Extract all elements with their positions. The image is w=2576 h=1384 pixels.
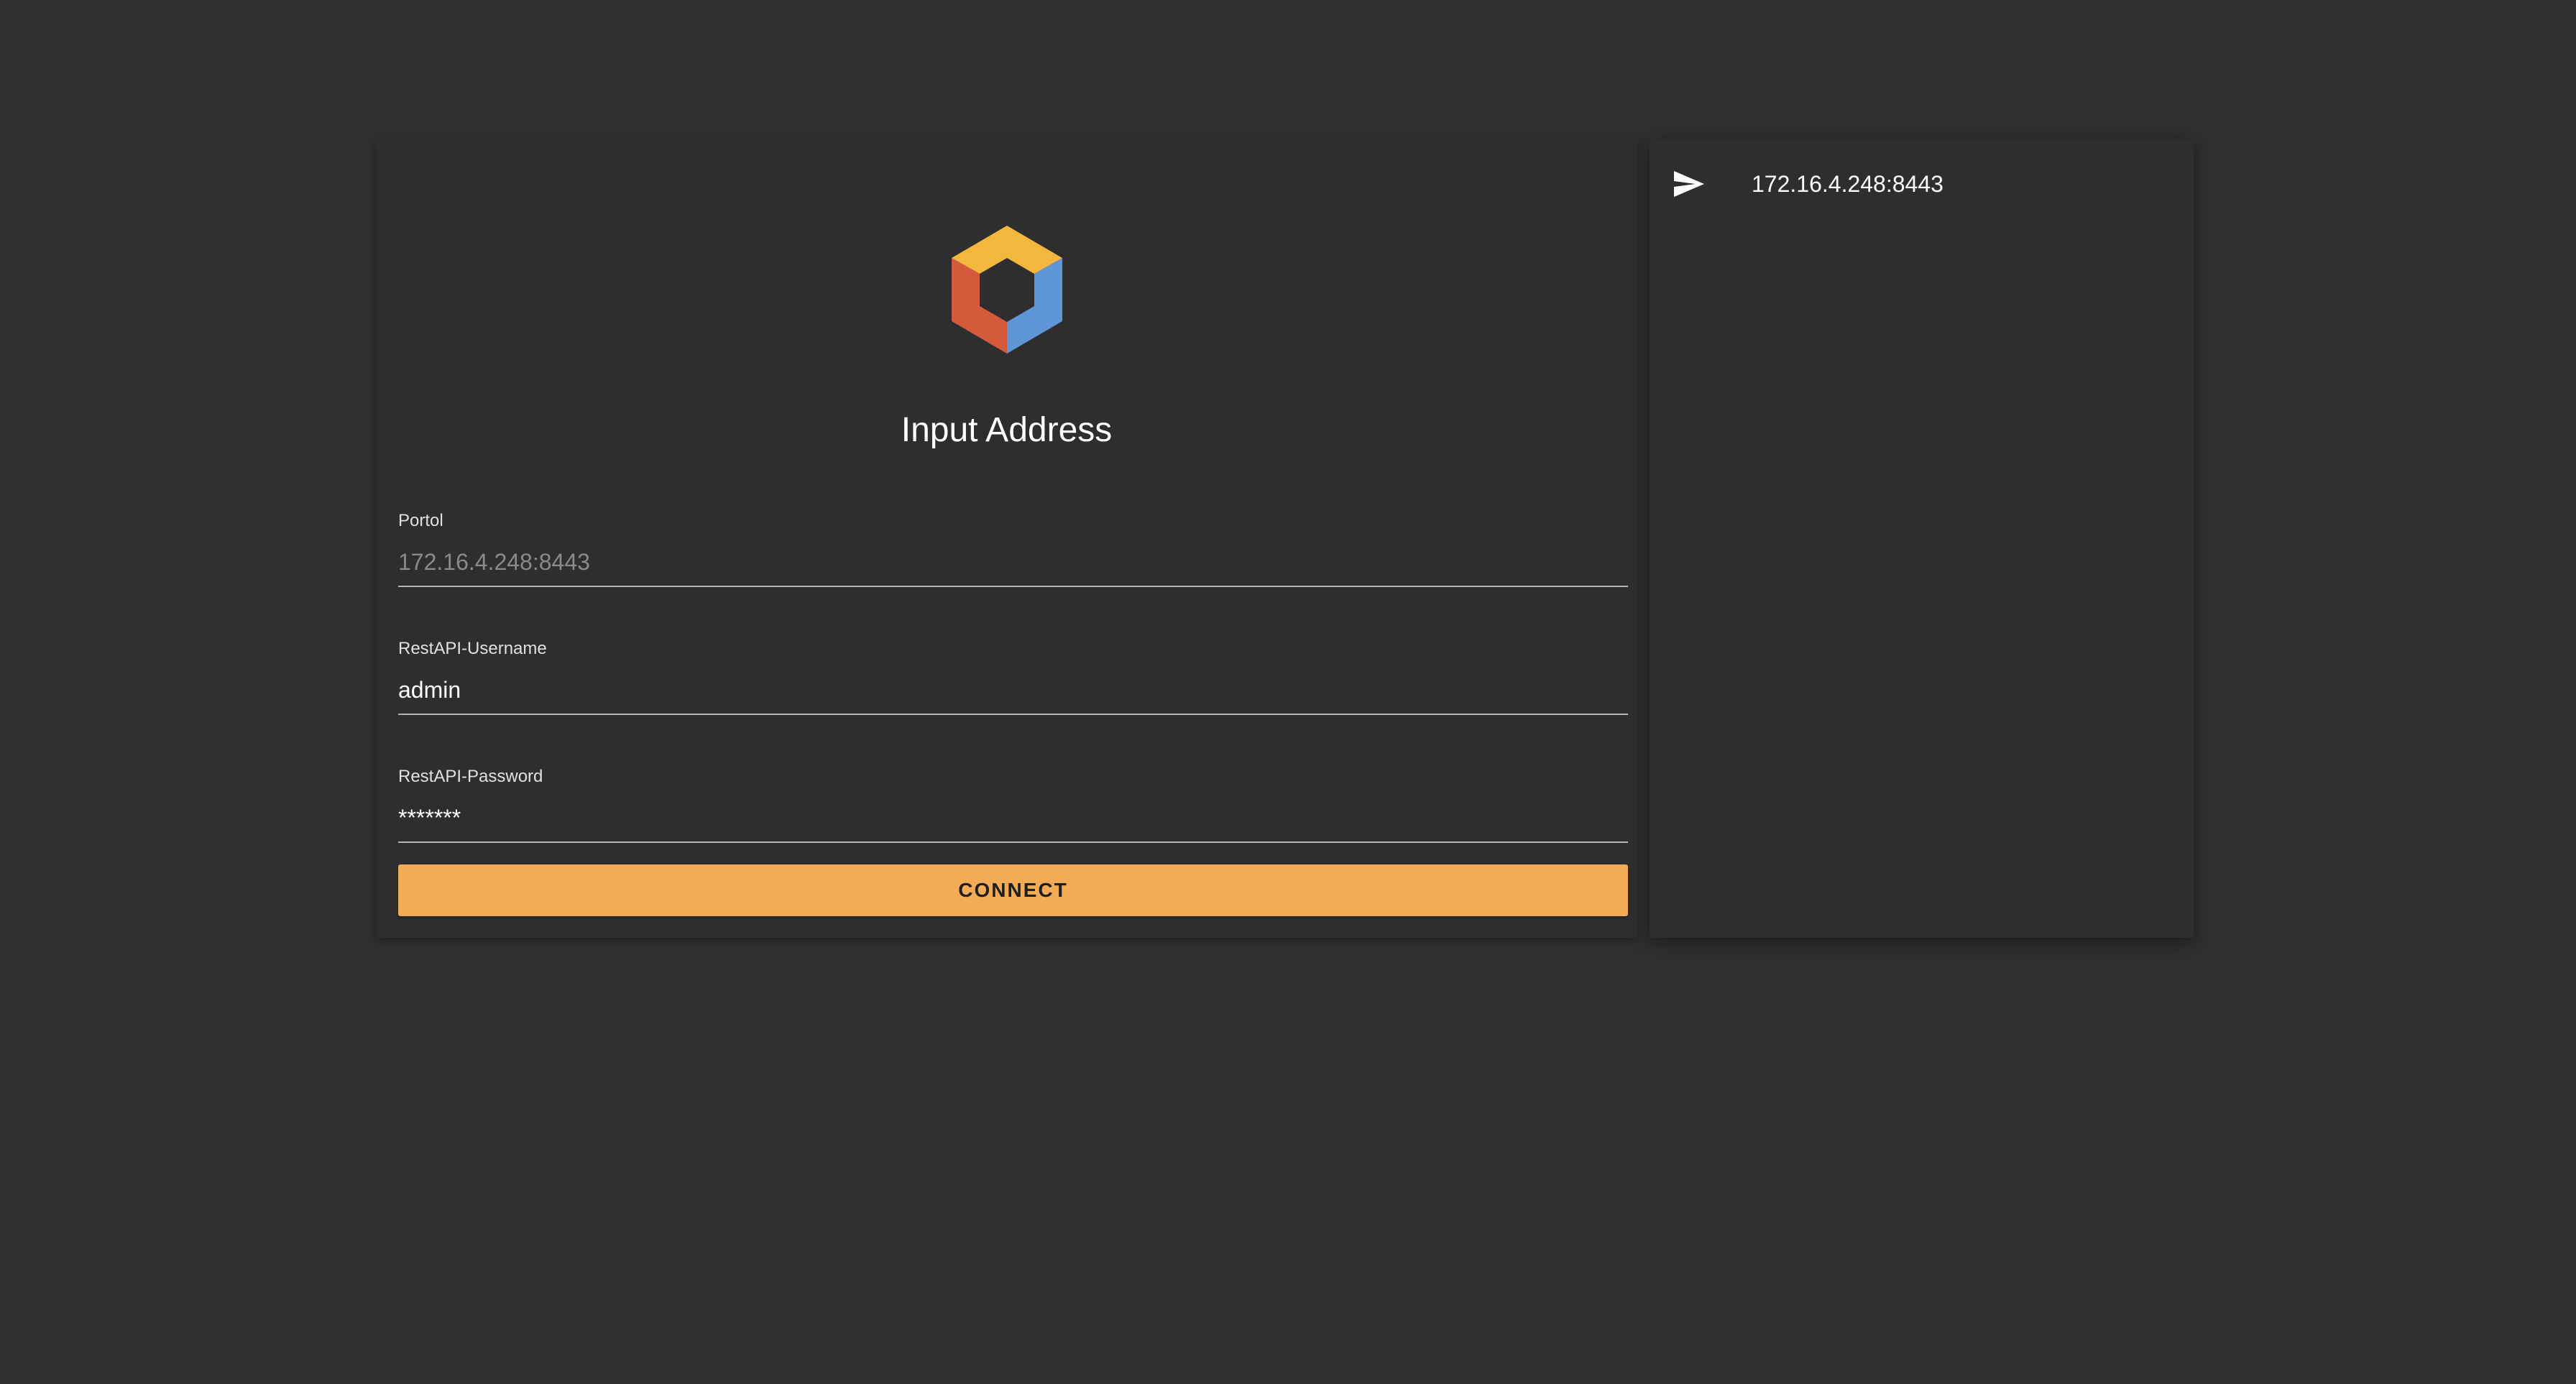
portal-label: Portol [398,511,443,530]
history-item-address: 172.16.4.248:8443 [1752,171,1944,197]
username-field: RestAPI-Username [398,638,1628,715]
address-history-panel: 172.16.4.248:8443 [1650,139,2194,938]
send-icon [1674,171,1704,197]
login-card: Input Address Portol RestAPI-Username Re… [376,139,1637,938]
logo [376,226,1637,355]
portal-input[interactable] [398,538,1628,587]
hexagon-logo-icon [951,226,1062,354]
page-title: Input Address [901,411,1113,449]
password-input[interactable] [398,793,1628,843]
connect-button[interactable]: CONNECT [398,864,1628,916]
password-field: RestAPI-Password [398,766,1628,843]
password-label: RestAPI-Password [398,767,543,786]
username-input[interactable] [398,665,1628,715]
history-item[interactable]: 172.16.4.248:8443 [1650,139,2194,233]
username-label: RestAPI-Username [398,639,547,658]
page: Input Address Portol RestAPI-Username Re… [0,0,2576,1384]
portal-field: Portol [398,510,1628,587]
